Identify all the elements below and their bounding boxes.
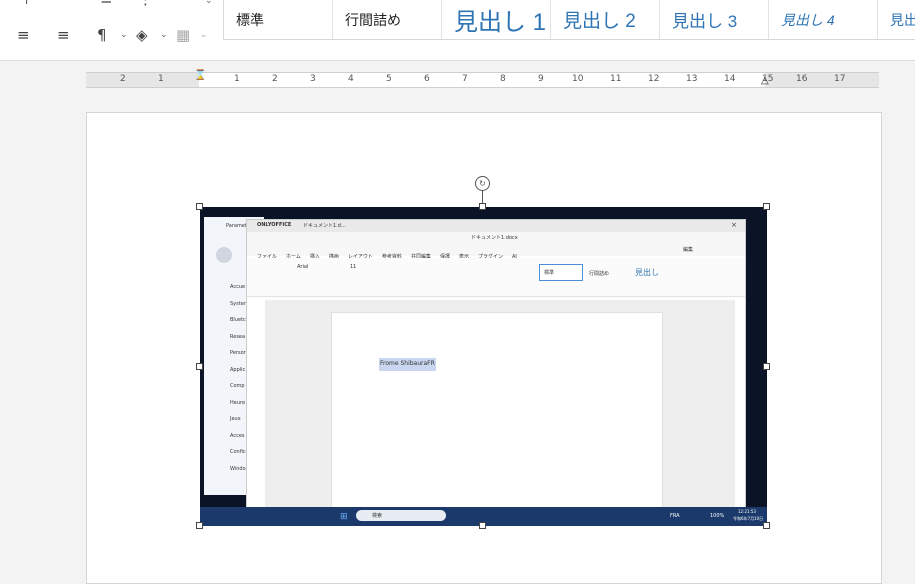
- settings-menu-item[interactable]: Accue: [230, 284, 245, 290]
- ruler-number: 8: [500, 74, 506, 84]
- taskbar-search[interactable]: 検索: [356, 510, 446, 521]
- chevron-down-icon[interactable]: ⌄: [120, 30, 128, 40]
- battery-level: 100%: [710, 513, 725, 519]
- align-right-icon[interactable]: ≡: [17, 26, 30, 44]
- style-normal[interactable]: 標準: [224, 0, 333, 39]
- edit-mode[interactable]: 編集: [683, 246, 693, 253]
- editor-toolbar: [247, 258, 745, 297]
- ruler-number: 11: [610, 74, 622, 84]
- font-name[interactable]: Arial: [297, 264, 308, 270]
- style-heading-3[interactable]: 見出し 3: [660, 0, 769, 39]
- resize-handle-sw[interactable]: [196, 522, 203, 529]
- ruler-number: 17: [834, 74, 846, 84]
- ruler-number: 1: [234, 74, 240, 84]
- resize-handle-ne[interactable]: [763, 203, 770, 210]
- align-top-icon[interactable]: ⊤: [20, 0, 33, 8]
- ruler-text-area: [199, 73, 765, 87]
- ruler-number: 10: [572, 74, 584, 84]
- ruler-number: 14: [724, 74, 736, 84]
- style-heading-4[interactable]: 見出し 4: [769, 0, 878, 39]
- chevron-down-icon[interactable]: ⌄: [200, 30, 208, 40]
- settings-menu-item[interactable]: Applic: [230, 367, 245, 373]
- settings-menu-item[interactable]: Syster: [230, 301, 246, 307]
- font-size[interactable]: 11: [350, 264, 356, 270]
- editor-menu-bar: ファイル ホーム 挿入 描画 レイアウト 参考資料 共同編集 保護 表示 プラグイン AI: [257, 245, 526, 260]
- ruler-number: 13: [686, 74, 698, 84]
- embedded-screenshot-image[interactable]: Paramet Accue Syster Bluetc Resea Persor Appl…: [200, 207, 767, 526]
- ruler-number: 2: [272, 74, 278, 84]
- settings-menu-item[interactable]: Jeux: [230, 416, 241, 422]
- left-indent-marker[interactable]: ⌛: [194, 70, 206, 81]
- pilcrow-icon[interactable]: ¶: [97, 26, 107, 44]
- ruler-number: 5: [386, 74, 392, 84]
- resize-handle-nw[interactable]: [196, 203, 203, 210]
- style-box-normal[interactable]: 標準: [539, 264, 583, 281]
- style-box-no-spacing[interactable]: 行間詰め: [589, 270, 609, 277]
- settings-menu-item[interactable]: Resea: [230, 334, 245, 340]
- clock-date: 令和6年7月10日: [733, 516, 764, 521]
- ruler-number: 1: [158, 74, 164, 84]
- avatar: [216, 247, 232, 263]
- horizontal-ruler[interactable]: 2 1 1 2 3 4 5 6 7 8 9 10 11 12 13 14 15 …: [86, 70, 879, 88]
- settings-menu-item[interactable]: Windo: [230, 466, 246, 472]
- ruler-number: 9: [538, 74, 544, 84]
- ruler-number: 12: [648, 74, 660, 84]
- style-heading-2[interactable]: 見出し 2: [551, 0, 660, 39]
- resize-handle-w[interactable]: [196, 363, 203, 370]
- ruler-number: 16: [796, 74, 808, 84]
- settings-menu-item[interactable]: Persor: [230, 350, 246, 356]
- right-indent-marker[interactable]: △: [761, 75, 769, 86]
- close-icon[interactable]: ×: [731, 221, 737, 229]
- ruler-number: 4: [348, 74, 354, 84]
- border-icon[interactable]: ▦: [176, 26, 190, 44]
- document-tab[interactable]: ドキュメント1.d...: [303, 222, 346, 229]
- settings-menu-item[interactable]: Heure: [230, 400, 245, 406]
- document-title: ドキュメント1.docx: [471, 235, 518, 241]
- resize-handle-se[interactable]: [763, 522, 770, 529]
- styles-gallery: 標準 行間詰め 見出し 1 見出し 2 見出し 3 見出し 4 見出し: [223, 0, 915, 40]
- resize-handle-e[interactable]: [763, 363, 770, 370]
- settings-title: Paramet: [226, 223, 247, 229]
- style-box-heading[interactable]: 見出し: [635, 267, 659, 278]
- editor-page[interactable]: [331, 312, 663, 514]
- resize-handle-s[interactable]: [479, 522, 486, 529]
- ruler-number: 2: [120, 74, 126, 84]
- onlyoffice-window: ONLYOFFICE ドキュメント1.d... × ドキュメント1.docx フ…: [246, 219, 746, 514]
- lang-indicator: FRA: [670, 513, 680, 519]
- settings-menu-item[interactable]: Acces: [230, 433, 245, 439]
- clock-time: 12:21:53: [738, 509, 756, 514]
- ribbon-toolbar: ⊤ ≡ ⋮ ⌄ ≡ ≡ ¶ ⌄ ◈ ⌄ ▦ ⌄ 標準 行間詰め 見出し 1 見出…: [0, 0, 915, 61]
- settings-menu-item[interactable]: Confic: [230, 449, 246, 455]
- list-icon[interactable]: ⋮: [138, 0, 153, 8]
- app-name: ONLYOFFICE: [257, 222, 292, 228]
- ruler-number: 6: [424, 74, 430, 84]
- windows-start-icon[interactable]: ⊞: [340, 511, 348, 522]
- style-heading-1[interactable]: 見出し 1: [442, 0, 551, 39]
- fill-bucket-icon[interactable]: ◈: [136, 26, 148, 44]
- style-heading-5[interactable]: 見出し: [878, 0, 915, 39]
- chevron-down-icon[interactable]: ⌄: [160, 30, 168, 40]
- ruler-number: 3: [310, 74, 316, 84]
- settings-menu-item[interactable]: Bluetc: [230, 317, 246, 323]
- chevron-down-icon[interactable]: ⌄: [205, 0, 213, 6]
- document-text[interactable]: Frome ShibauraFR: [379, 358, 436, 371]
- taskbar-search-placeholder: 検索: [372, 513, 383, 519]
- line-spacing-icon[interactable]: ≡: [100, 0, 113, 8]
- ruler-number: 7: [462, 74, 468, 84]
- rotate-handle[interactable]: ↻: [475, 176, 490, 191]
- justify-icon[interactable]: ≡: [57, 26, 70, 44]
- resize-handle-n[interactable]: [479, 203, 486, 210]
- settings-menu-item[interactable]: Comp: [230, 383, 245, 389]
- style-no-spacing[interactable]: 行間詰め: [333, 0, 442, 39]
